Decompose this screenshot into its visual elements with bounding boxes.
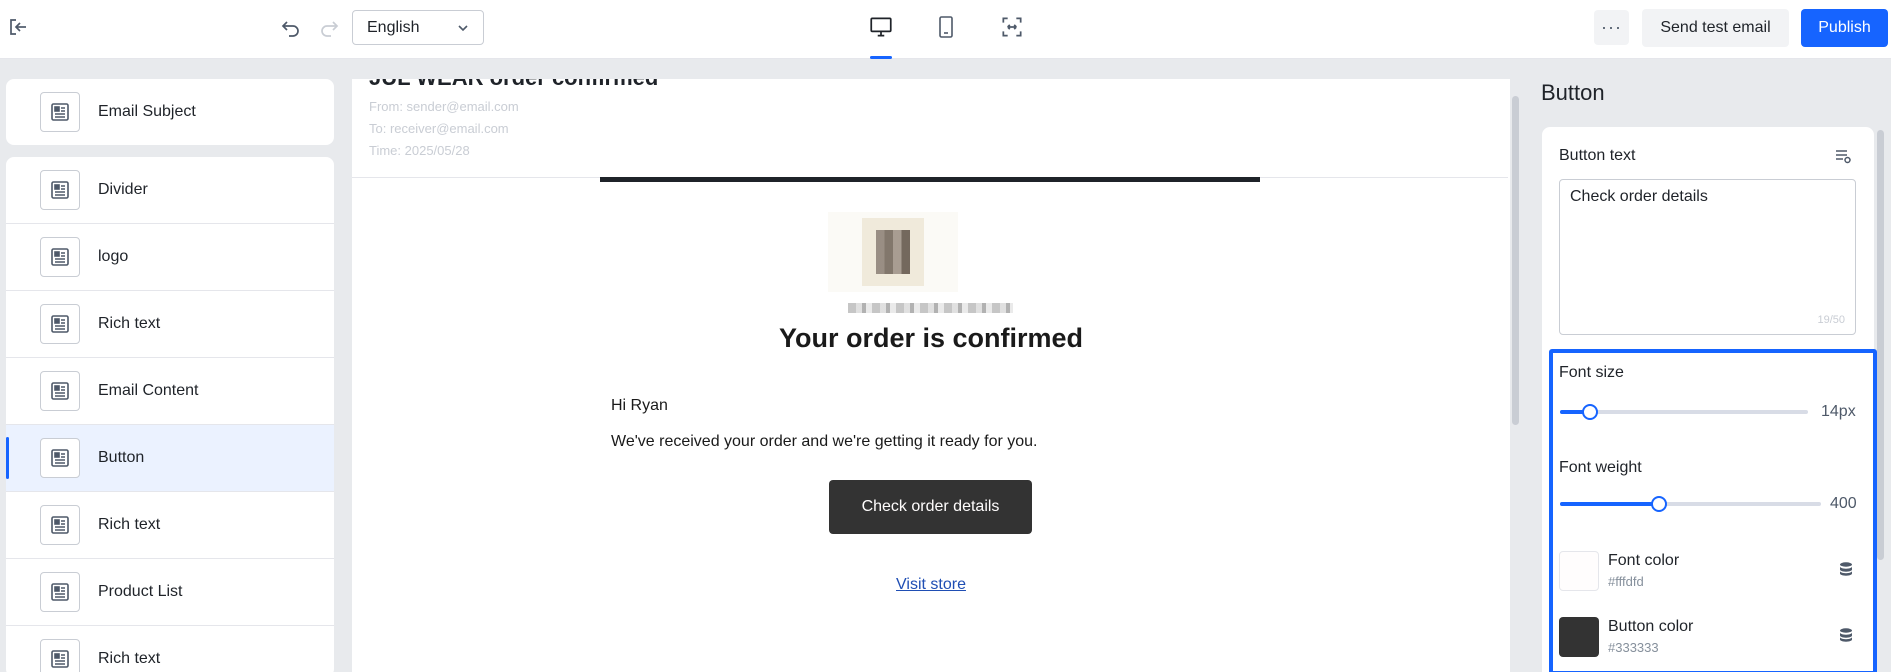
block-item-label: Email Content <box>98 382 199 399</box>
block-item-rich-text[interactable]: Rich text <box>6 626 334 672</box>
language-value: English <box>367 18 420 36</box>
block-item-label: Button <box>98 449 145 466</box>
block-icon <box>40 438 80 478</box>
button-text-label: Button text <box>1559 147 1636 164</box>
email-headline[interactable]: Your order is confirmed <box>352 323 1510 354</box>
preview-scrollbar[interactable] <box>1512 96 1519 425</box>
block-icon <box>40 371 80 411</box>
block-item-divider[interactable]: Divider <box>6 157 334 224</box>
block-item-logo[interactable]: logo <box>6 224 334 291</box>
properties-title: Button <box>1541 80 1605 105</box>
block-item-label: Divider <box>98 181 148 198</box>
block-item-product-list[interactable]: Product List <box>6 559 334 626</box>
block-icon <box>40 92 80 132</box>
subject-card: Email Subject <box>6 79 334 145</box>
block-icon <box>40 572 80 612</box>
block-icon <box>40 170 80 210</box>
email-time: Time: 2025/05/28 <box>369 143 470 158</box>
style-settings-highlight <box>1549 349 1877 672</box>
block-item-label: Rich text <box>98 650 161 667</box>
block-item-label: Product List <box>98 583 183 600</box>
email-preview: JUL WEAR order confirmed From: sender@em… <box>352 79 1510 672</box>
send-test-email-button[interactable]: Send test email <box>1642 9 1789 47</box>
block-icon <box>40 639 80 672</box>
logo-mark <box>862 218 924 286</box>
email-from: From: sender@email.com <box>369 99 519 114</box>
block-icon <box>40 237 80 277</box>
email-greeting[interactable]: Hi Ryan <box>611 397 668 415</box>
block-item-rich-text[interactable]: Rich text <box>6 291 334 358</box>
block-item-button[interactable]: Button <box>6 425 334 492</box>
block-icon <box>40 505 80 545</box>
block-item-email-content[interactable]: Email Content <box>6 358 334 425</box>
button-text-input[interactable]: Check order details 19/50 <box>1559 179 1856 335</box>
tablet-icon[interactable] <box>926 7 966 47</box>
desktop-icon[interactable] <box>861 7 901 47</box>
block-item-label: Rich text <box>98 315 161 332</box>
block-list: Divider logo Rich text Email Content But… <box>6 157 334 672</box>
email-header: JUL WEAR order confirmed From: sender@em… <box>352 79 1508 178</box>
exit-icon[interactable] <box>2 11 34 43</box>
check-order-button[interactable]: Check order details <box>829 480 1032 534</box>
database-icon[interactable] <box>1834 147 1852 165</box>
redo-icon[interactable] <box>313 11 345 43</box>
char-counter: 19/50 <box>1817 314 1845 326</box>
top-toolbar: English ··· Send test email Publish <box>0 0 1891 59</box>
divider-block[interactable] <box>600 177 1260 182</box>
button-text-value: Check order details <box>1570 188 1708 205</box>
blurred-tagline <box>848 303 1013 313</box>
block-item-label: logo <box>98 248 129 265</box>
email-subject: JUL WEAR order confirmed <box>369 79 658 91</box>
undo-icon[interactable] <box>275 11 307 43</box>
fullscreen-icon[interactable] <box>992 7 1032 47</box>
email-to: To: receiver@email.com <box>369 121 509 136</box>
logo-image[interactable] <box>828 212 958 292</box>
properties-scrollbar[interactable] <box>1877 130 1884 560</box>
block-icon <box>40 304 80 344</box>
chevron-down-icon <box>457 22 469 34</box>
more-button[interactable]: ··· <box>1594 10 1629 45</box>
block-item-label: Email Subject <box>98 103 196 120</box>
visit-store-link[interactable]: Visit store <box>352 576 1510 594</box>
language-select[interactable]: English <box>352 10 484 45</box>
block-item-label: Rich text <box>98 516 161 533</box>
active-device-indicator <box>870 56 892 59</box>
publish-button[interactable]: Publish <box>1801 9 1888 47</box>
email-body[interactable]: We've received your order and we're gett… <box>611 433 1037 451</box>
block-item-rich-text[interactable]: Rich text <box>6 492 334 559</box>
block-item-email-subject[interactable]: Email Subject <box>6 79 334 145</box>
